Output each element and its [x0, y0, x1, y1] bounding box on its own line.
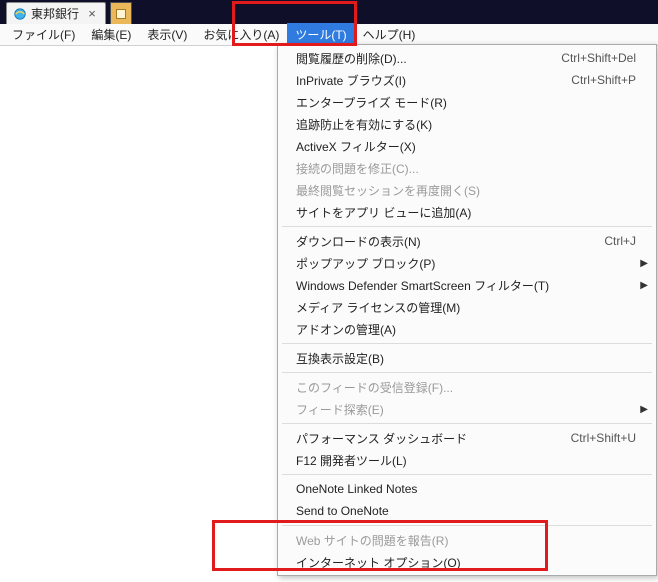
menu-tools[interactable]: ツール(T): [287, 23, 354, 46]
tab-title: 東邦銀行: [31, 5, 85, 22]
menu-file[interactable]: ファイル(F): [4, 23, 83, 46]
menu-item-label: このフィードの受信登録(F)...: [296, 379, 636, 396]
menu-item-label: OneNote Linked Notes: [296, 482, 636, 496]
menu-item-label: 互換表示設定(B): [296, 350, 636, 367]
menu-item-17: このフィードの受信登録(F)...: [280, 376, 654, 398]
menu-item-7[interactable]: サイトをアプリ ビューに追加(A): [280, 201, 654, 223]
menu-item-15[interactable]: 互換表示設定(B): [280, 347, 654, 369]
menu-item-label: サイトをアプリ ビューに追加(A): [296, 204, 636, 221]
tab-close-icon[interactable]: ×: [85, 7, 99, 21]
menu-item-10[interactable]: ポップアップ ブロック(P) ▶: [280, 252, 654, 274]
menu-item-label: 接続の問題を修正(C)...: [296, 160, 636, 177]
menu-item-3[interactable]: 追跡防止を有効にする(K): [280, 113, 654, 135]
menu-item-0[interactable]: 閲覧履歴の削除(D)...Ctrl+Shift+Del: [280, 47, 654, 69]
menu-item-label: エンタープライズ モード(R): [296, 94, 636, 111]
menu-item-27[interactable]: インターネット オプション(O): [280, 551, 654, 573]
menu-separator: [282, 343, 652, 344]
menu-item-shortcut: Ctrl+Shift+U: [559, 431, 636, 445]
menu-item-label: Web サイトの問題を報告(R): [296, 532, 636, 549]
menu-separator: [282, 525, 652, 526]
menu-item-label: InPrivate ブラウズ(I): [296, 72, 559, 89]
menu-item-label: アドオンの管理(A): [296, 321, 636, 338]
menu-separator: [282, 372, 652, 373]
menu-separator: [282, 423, 652, 424]
new-tab-icon: [116, 9, 126, 19]
menu-help[interactable]: ヘルプ(H): [355, 23, 424, 46]
tools-menu-dropdown: 閲覧履歴の削除(D)...Ctrl+Shift+DelInPrivate ブラウ…: [277, 44, 657, 576]
chevron-right-icon: ▶: [640, 404, 648, 415]
menu-item-shortcut: Ctrl+Shift+P: [559, 73, 636, 87]
menu-edit[interactable]: 編集(E): [83, 23, 139, 46]
menu-item-label: フィード探索(E): [296, 401, 636, 418]
menu-item-label: Send to OneNote: [296, 504, 636, 518]
menu-item-label: ActiveX フィルター(X): [296, 138, 636, 155]
menu-item-24[interactable]: Send to OneNote: [280, 500, 654, 522]
menu-item-2[interactable]: エンタープライズ モード(R): [280, 91, 654, 113]
menu-item-label: 閲覧履歴の削除(D)...: [296, 50, 549, 67]
menu-item-label: F12 開発者ツール(L): [296, 452, 636, 469]
menu-item-label: 最終閲覧セッションを再度開く(S): [296, 182, 636, 199]
menu-item-11[interactable]: Windows Defender SmartScreen フィルター(T) ▶: [280, 274, 654, 296]
menu-item-12[interactable]: メディア ライセンスの管理(M): [280, 296, 654, 318]
tab-strip: 東邦銀行 ×: [0, 0, 658, 24]
menu-item-4[interactable]: ActiveX フィルター(X): [280, 135, 654, 157]
menu-view[interactable]: 表示(V): [139, 23, 195, 46]
menu-item-13[interactable]: アドオンの管理(A): [280, 318, 654, 340]
menu-item-label: 追跡防止を有効にする(K): [296, 116, 636, 133]
menu-item-23[interactable]: OneNote Linked Notes: [280, 478, 654, 500]
menu-item-18: フィード探索(E) ▶: [280, 398, 654, 420]
menu-item-shortcut: Ctrl+Shift+Del: [549, 51, 636, 65]
menu-item-label: ダウンロードの表示(N): [296, 233, 592, 250]
menu-item-26: Web サイトの問題を報告(R): [280, 529, 654, 551]
menu-item-21[interactable]: F12 開発者ツール(L): [280, 449, 654, 471]
menu-separator: [282, 226, 652, 227]
menu-item-label: メディア ライセンスの管理(M): [296, 299, 636, 316]
menu-separator: [282, 474, 652, 475]
browser-tab[interactable]: 東邦銀行 ×: [6, 2, 106, 24]
menu-item-shortcut: Ctrl+J: [592, 234, 636, 248]
menu-item-label: パフォーマンス ダッシュボード: [296, 430, 559, 447]
menu-item-5: 接続の問題を修正(C)...: [280, 157, 654, 179]
menu-favorites[interactable]: お気に入り(A): [195, 23, 287, 46]
menu-item-1[interactable]: InPrivate ブラウズ(I)Ctrl+Shift+P: [280, 69, 654, 91]
menu-bar: ファイル(F)編集(E)表示(V)お気に入り(A)ツール(T)ヘルプ(H): [0, 24, 658, 46]
ie-icon: [13, 7, 27, 21]
menu-item-label: ポップアップ ブロック(P): [296, 255, 636, 272]
menu-item-label: インターネット オプション(O): [296, 554, 636, 571]
chevron-right-icon: ▶: [640, 258, 648, 269]
menu-item-6: 最終閲覧セッションを再度開く(S): [280, 179, 654, 201]
menu-item-9[interactable]: ダウンロードの表示(N)Ctrl+J: [280, 230, 654, 252]
new-tab-button[interactable]: [110, 2, 132, 24]
chevron-right-icon: ▶: [640, 280, 648, 291]
menu-item-20[interactable]: パフォーマンス ダッシュボードCtrl+Shift+U: [280, 427, 654, 449]
menu-item-label: Windows Defender SmartScreen フィルター(T): [296, 277, 636, 294]
